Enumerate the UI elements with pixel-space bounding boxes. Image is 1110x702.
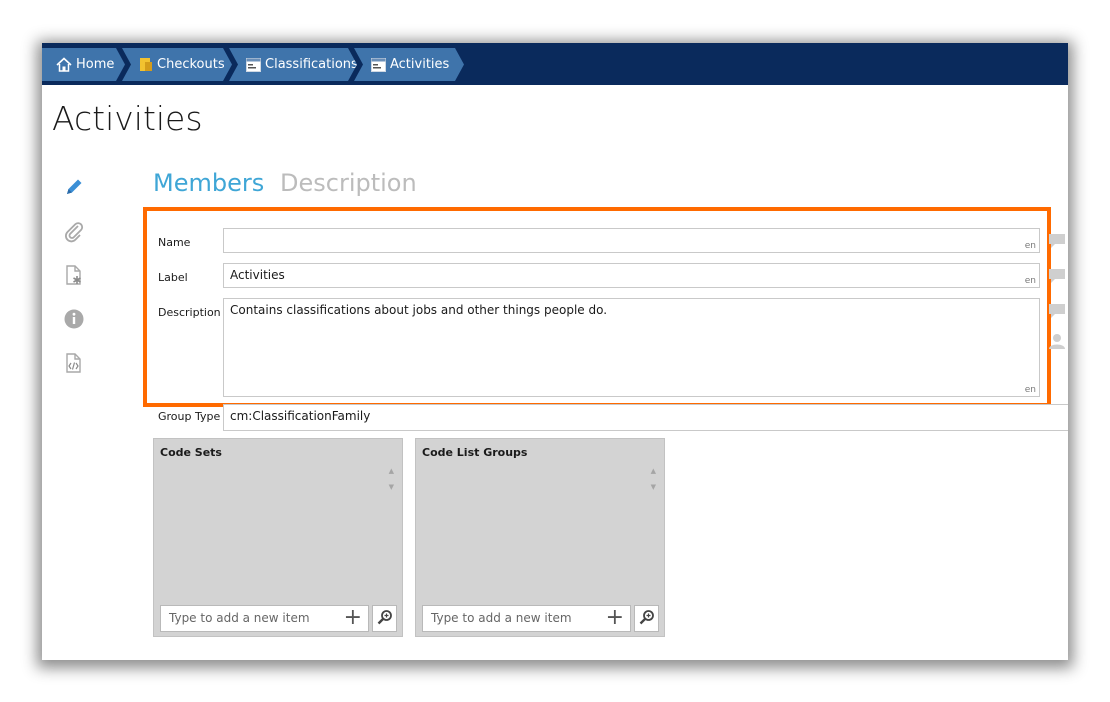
- breadcrumb: Home Checkouts Classifications Activitie…: [42, 43, 1068, 85]
- comment-icon[interactable]: [1048, 233, 1066, 249]
- add-item-placeholder: Type to add a new item: [169, 611, 310, 625]
- plus-icon[interactable]: +: [606, 607, 624, 629]
- group-type-label: Group Type: [158, 410, 221, 423]
- name-label: Name: [158, 236, 191, 249]
- description-value: Contains classifications about jobs and …: [230, 303, 608, 317]
- document-asterisk-icon[interactable]: [62, 263, 86, 287]
- search-button[interactable]: [634, 605, 659, 632]
- breadcrumb-label: Checkouts: [157, 57, 225, 72]
- plus-icon[interactable]: +: [344, 607, 362, 629]
- label-value: Activities: [230, 268, 285, 282]
- checkouts-icon: [139, 57, 153, 72]
- code-document-icon[interactable]: [62, 351, 86, 375]
- language-tag: en: [1024, 241, 1036, 251]
- add-item-input[interactable]: Type to add a new item +: [422, 605, 631, 632]
- paperclip-icon[interactable]: [62, 220, 86, 244]
- breadcrumb-label: Classifications: [265, 57, 358, 72]
- scroll-down-icon[interactable]: ▼: [651, 483, 656, 491]
- page-title: Activities: [52, 99, 203, 138]
- code-list-groups-panel: Code List Groups ▲ ▼ Type to add a new i…: [415, 438, 665, 637]
- info-icon[interactable]: [62, 307, 86, 331]
- scroll-down-icon[interactable]: ▼: [389, 483, 394, 491]
- description-label: Description: [158, 306, 221, 319]
- tab-description[interactable]: Description: [280, 169, 417, 197]
- breadcrumb-label: Home: [76, 57, 115, 72]
- app-window: Home Checkouts Classifications Activitie…: [42, 43, 1068, 660]
- breadcrumb-classifications[interactable]: Classifications: [229, 48, 357, 81]
- classification-icon: [371, 58, 386, 72]
- breadcrumb-home[interactable]: Home: [42, 48, 125, 81]
- add-item-input[interactable]: Type to add a new item +: [160, 605, 369, 632]
- user-icon[interactable]: [1048, 333, 1066, 349]
- search-button[interactable]: [372, 605, 397, 632]
- name-input[interactable]: en: [223, 228, 1040, 253]
- classification-icon: [246, 58, 261, 72]
- language-tag: en: [1024, 385, 1036, 395]
- panel-title: Code Sets: [160, 446, 222, 459]
- highlighted-form-section: Name en Label Activities en Description …: [143, 207, 1051, 407]
- label-label: Label: [158, 271, 188, 284]
- home-icon: [56, 57, 72, 72]
- add-item-placeholder: Type to add a new item: [431, 611, 572, 625]
- tab-members[interactable]: Members: [153, 169, 264, 197]
- breadcrumb-activities[interactable]: Activities: [354, 48, 464, 81]
- magnifier-icon: [639, 609, 655, 629]
- breadcrumb-label: Activities: [390, 57, 450, 72]
- code-sets-panel: Code Sets ▲ ▼ Type to add a new item +: [153, 438, 403, 637]
- breadcrumb-checkouts[interactable]: Checkouts: [122, 48, 232, 81]
- group-type-input[interactable]: cm:ClassificationFamily: [223, 404, 1068, 431]
- language-tag: en: [1024, 276, 1036, 286]
- scroll-up-icon[interactable]: ▲: [389, 467, 394, 475]
- scroll-up-icon[interactable]: ▲: [651, 467, 656, 475]
- pencil-icon[interactable]: [62, 175, 86, 199]
- description-textarea[interactable]: Contains classifications about jobs and …: [223, 298, 1040, 397]
- group-type-value: cm:ClassificationFamily: [230, 409, 371, 423]
- panel-title: Code List Groups: [422, 446, 528, 459]
- magnifier-icon: [377, 609, 393, 629]
- label-input[interactable]: Activities en: [223, 263, 1040, 288]
- comment-icon[interactable]: [1048, 268, 1066, 284]
- comment-icon[interactable]: [1048, 303, 1066, 319]
